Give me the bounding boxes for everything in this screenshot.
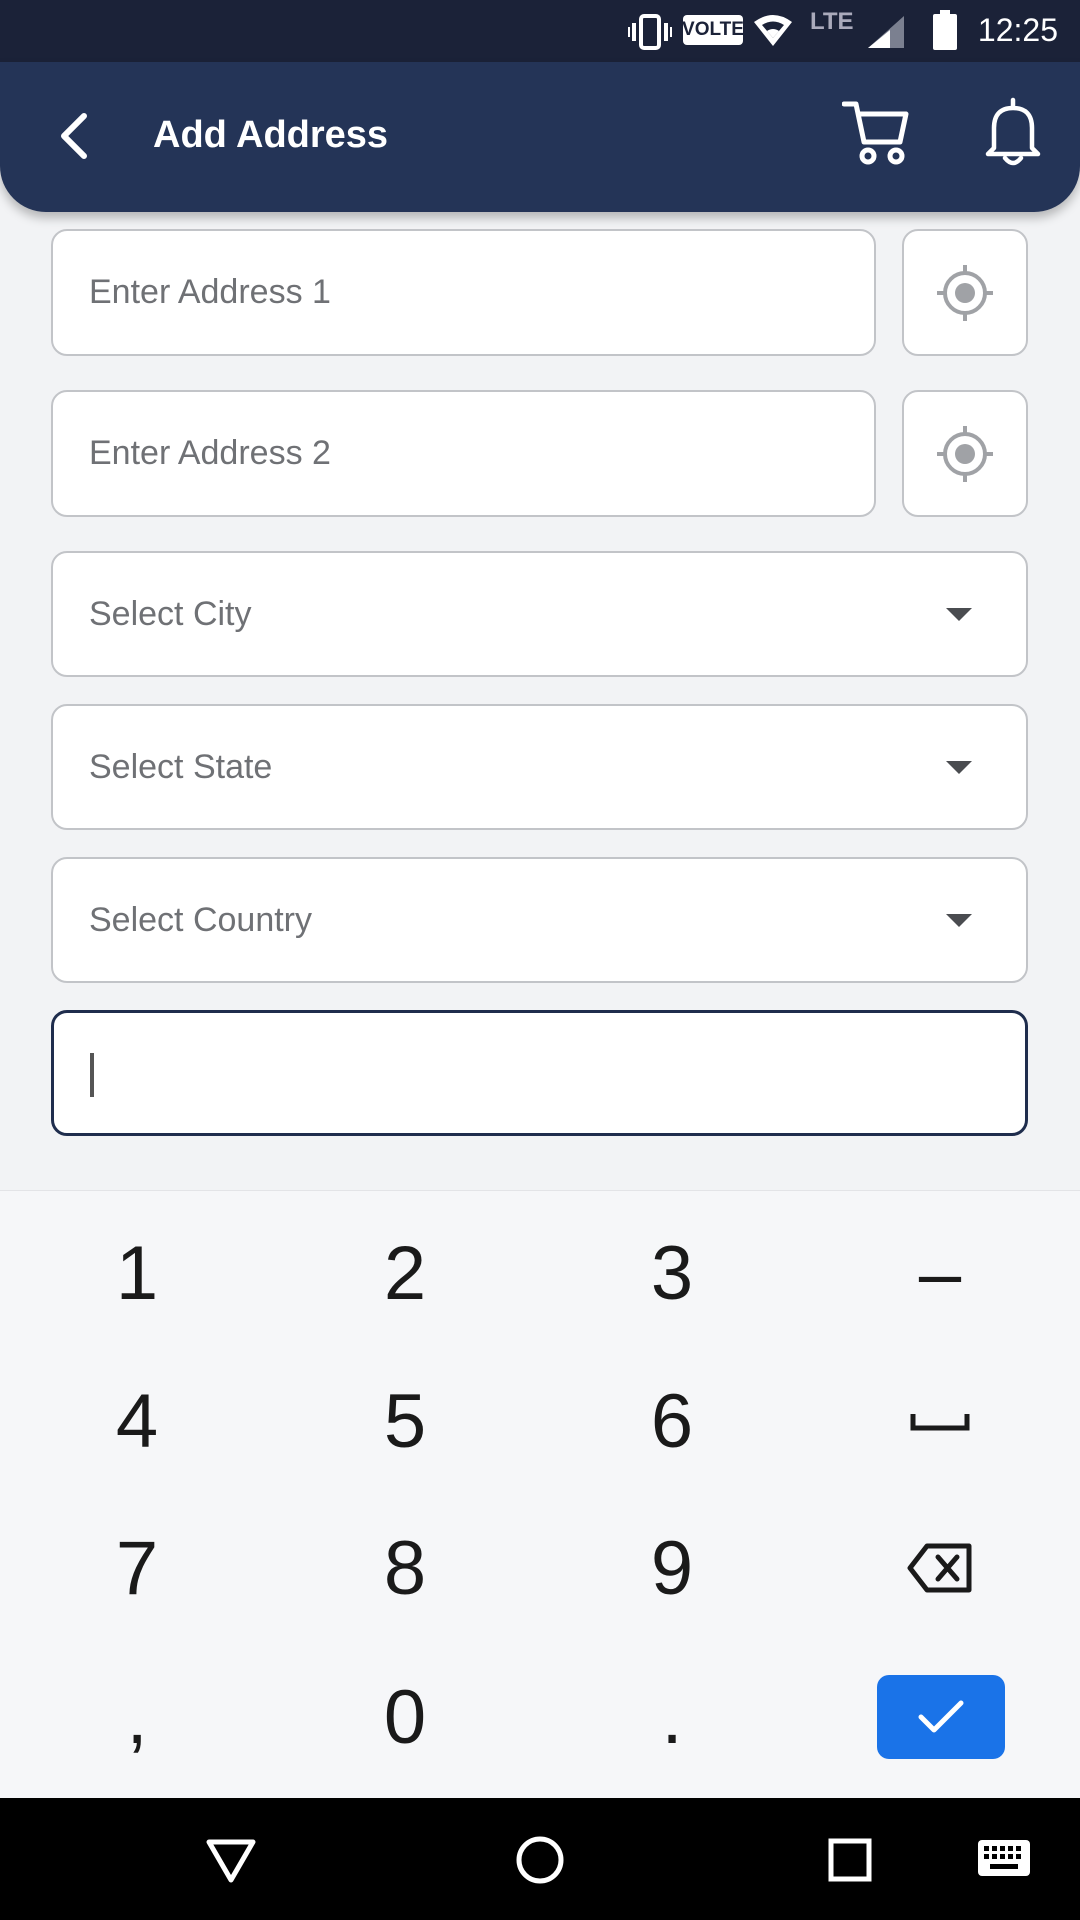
check-icon: [918, 1700, 964, 1733]
status-time: 12:25: [977, 12, 1058, 48]
page-title: Add Address: [153, 114, 389, 156]
nav-home-icon[interactable]: [514, 1834, 566, 1886]
chevron-down-icon: [946, 761, 972, 774]
country-placeholder: Select Country: [89, 900, 312, 939]
address1-placeholder: Enter Address 1: [89, 273, 331, 311]
city-select[interactable]: Select City: [51, 551, 1028, 677]
key-4[interactable]: 4: [47, 1351, 227, 1491]
address1-input[interactable]: Enter Address 1: [51, 229, 876, 356]
back-arrow-icon[interactable]: [52, 106, 96, 166]
signal-icon: [868, 16, 904, 48]
city-placeholder: Select City: [89, 594, 252, 633]
app-header: Add Address: [0, 62, 1080, 212]
nav-back-icon[interactable]: [205, 1836, 257, 1886]
locate-address2-button[interactable]: [902, 390, 1028, 517]
keyboard-icon[interactable]: [978, 1840, 1030, 1876]
key-space[interactable]: [850, 1351, 1030, 1491]
cart-icon[interactable]: [842, 98, 910, 168]
location-target-icon: [937, 264, 993, 321]
key-8[interactable]: 8: [315, 1498, 495, 1638]
key-1[interactable]: 1: [47, 1203, 227, 1343]
lte-icon: LTE: [810, 8, 854, 35]
key-2[interactable]: 2: [315, 1203, 495, 1343]
chevron-down-icon: [946, 914, 972, 927]
chevron-down-icon: [946, 608, 972, 621]
key-backspace[interactable]: [850, 1498, 1030, 1638]
nav-recents-icon[interactable]: [828, 1838, 872, 1882]
numeric-keyboard: 1 2 3 – 4 5 6 7 8 9 , 0 .: [0, 1190, 1080, 1799]
backspace-icon: [907, 1543, 972, 1593]
key-9[interactable]: 9: [582, 1498, 762, 1638]
key-period[interactable]: .: [582, 1647, 762, 1787]
country-select[interactable]: Select Country: [51, 857, 1028, 983]
key-6[interactable]: 6: [582, 1351, 762, 1491]
keyboard-enter-button[interactable]: [877, 1675, 1005, 1759]
locate-address1-button[interactable]: [902, 229, 1028, 356]
bell-icon[interactable]: [984, 96, 1042, 168]
text-cursor: [90, 1053, 94, 1097]
volte-icon: VOLTE: [682, 15, 744, 45]
pincode-input[interactable]: [51, 1010, 1028, 1136]
system-nav-bar: [0, 1798, 1080, 1920]
state-select[interactable]: Select State: [51, 704, 1028, 830]
status-bar: VOLTE LTE 12:25: [0, 0, 1080, 62]
battery-icon: [933, 10, 957, 50]
key-3[interactable]: 3: [582, 1203, 762, 1343]
vibrate-icon: [628, 14, 672, 50]
location-target-icon: [937, 425, 993, 482]
key-comma[interactable]: ,: [47, 1647, 227, 1787]
key-7[interactable]: 7: [47, 1498, 227, 1638]
address2-input[interactable]: Enter Address 2: [51, 390, 876, 517]
space-icon: [910, 1414, 970, 1431]
wifi-icon: [754, 15, 792, 46]
state-placeholder: Select State: [89, 747, 273, 786]
key-5[interactable]: 5: [315, 1351, 495, 1491]
key-dash[interactable]: –: [850, 1203, 1030, 1343]
address2-placeholder: Enter Address 2: [89, 434, 331, 472]
key-0[interactable]: 0: [315, 1647, 495, 1787]
